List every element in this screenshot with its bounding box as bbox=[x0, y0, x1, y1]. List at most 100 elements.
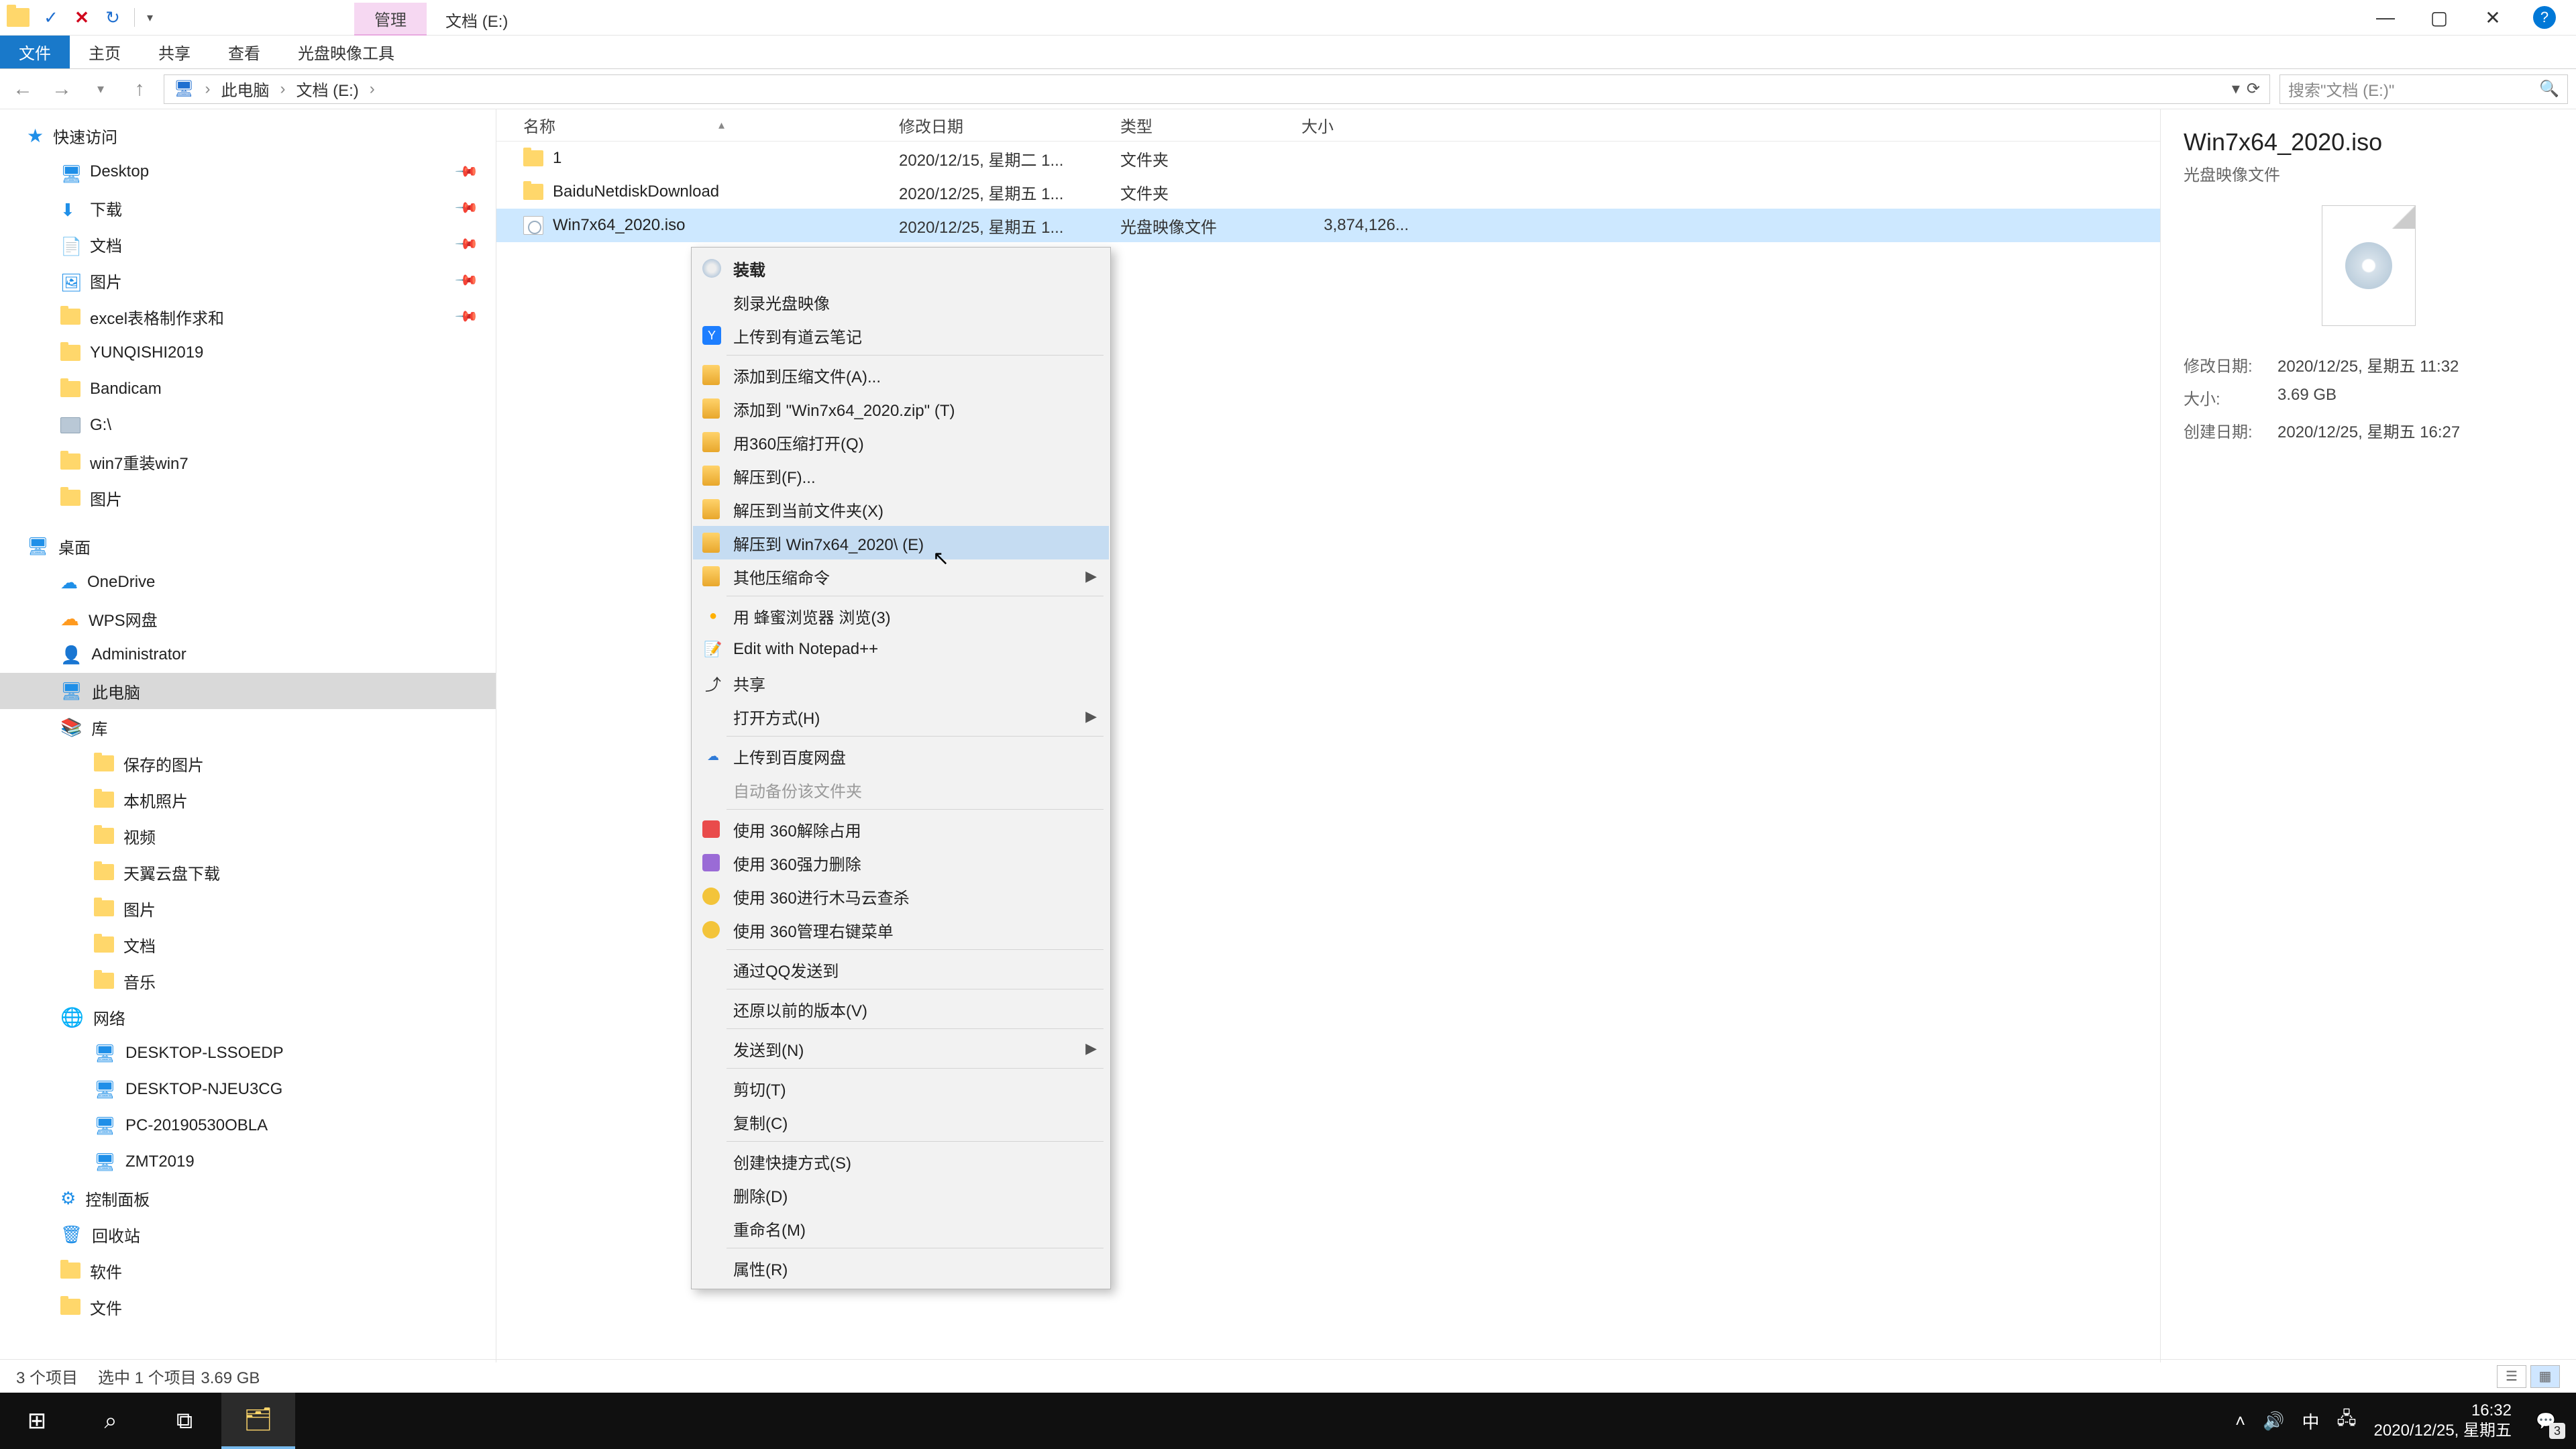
qat-customize-chevron[interactable]: ▾ bbox=[147, 11, 153, 25]
tree-libraries[interactable]: 📚库 bbox=[0, 709, 496, 745]
search-button[interactable]: ⌕ bbox=[74, 1393, 148, 1449]
tree-folder-pictures2[interactable]: 图片 bbox=[0, 480, 496, 516]
minimize-button[interactable]: — bbox=[2372, 4, 2399, 31]
nav-forward-button[interactable]: → bbox=[47, 74, 76, 104]
ctx-mount[interactable]: 装载 bbox=[693, 252, 1109, 285]
refresh-icon[interactable]: ⟳ bbox=[2247, 79, 2260, 99]
ctx-360-unlock[interactable]: 使用 360解除占用 bbox=[693, 812, 1109, 846]
tree-user-admin[interactable]: 👤Administrator bbox=[0, 637, 496, 673]
ctx-cut[interactable]: 剪切(T) bbox=[693, 1071, 1109, 1105]
file-row[interactable]: BaiduNetdiskDownload 2020/12/25, 星期五 1..… bbox=[496, 175, 2160, 209]
breadcrumb-drive[interactable]: 文档 (E:) bbox=[296, 77, 358, 101]
ctx-notepadpp[interactable]: 📝Edit with Notepad++ bbox=[693, 633, 1109, 666]
ctx-ynote[interactable]: Y上传到有道云笔记 bbox=[693, 319, 1109, 352]
ribbon-tab-disc-tools[interactable]: 光盘映像工具 bbox=[279, 36, 413, 68]
tree-tianyi[interactable]: 天翼云盘下载 bbox=[0, 854, 496, 890]
col-type[interactable]: 类型 bbox=[1120, 113, 1301, 137]
tree-folder-yunqishi[interactable]: YUNQISHI2019 bbox=[0, 335, 496, 371]
ctx-extract-here[interactable]: 解压到当前文件夹(X) bbox=[693, 492, 1109, 526]
tree-recycle-bin[interactable]: 🗑回收站 bbox=[0, 1216, 496, 1252]
ctx-open-360zip[interactable]: 用360压缩打开(Q) bbox=[693, 425, 1109, 459]
maximize-button[interactable]: ▢ bbox=[2426, 4, 2453, 31]
ctx-qq-send[interactable]: 通过QQ发送到 bbox=[693, 953, 1109, 986]
ctx-add-zip[interactable]: 添加到 "Win7x64_2020.zip" (T) bbox=[693, 392, 1109, 425]
tree-drive-g[interactable]: G:\ bbox=[0, 407, 496, 443]
tree-videos-lib[interactable]: 视频 bbox=[0, 818, 496, 854]
ctx-extract-to[interactable]: 解压到(F)... bbox=[693, 459, 1109, 492]
tree-folder-win7reinstall[interactable]: win7重装win7 bbox=[0, 443, 496, 480]
network-icon[interactable]: 🖧 bbox=[2337, 1406, 2357, 1436]
file-row[interactable]: 1 2020/12/15, 星期二 1... 文件夹 bbox=[496, 142, 2160, 175]
col-modified[interactable]: 修改日期 bbox=[899, 113, 1120, 137]
tree-this-pc[interactable]: 🖥此电脑 bbox=[0, 673, 496, 709]
tree-net-pc2[interactable]: 🖥DESKTOP-NJEU3CG bbox=[0, 1071, 496, 1108]
view-icons-button[interactable]: ▦ bbox=[2530, 1365, 2560, 1388]
ctx-extract-named[interactable]: 解压到 Win7x64_2020\ (E) bbox=[693, 526, 1109, 559]
navigation-pane[interactable]: ★快速访问 🖥Desktop📌 ⬇下载📌 📄文档📌 🖼图片📌 excel表格制作… bbox=[0, 109, 496, 1362]
ctx-other-zip[interactable]: 其他压缩命令▶ bbox=[693, 559, 1109, 593]
col-size[interactable]: 大小 bbox=[1301, 113, 1436, 137]
ctx-share[interactable]: ⤴共享 bbox=[693, 666, 1109, 700]
ribbon-tab-home[interactable]: 主页 bbox=[70, 36, 140, 68]
ribbon-tab-view[interactable]: 查看 bbox=[209, 36, 279, 68]
breadcrumb-chevron[interactable]: › bbox=[205, 80, 210, 99]
ribbon-tab-file[interactable]: 文件 bbox=[0, 36, 70, 68]
qat-save-icon[interactable]: ✓ bbox=[42, 8, 60, 27]
ctx-open-with[interactable]: 打开方式(H)▶ bbox=[693, 700, 1109, 733]
tree-net-pc1[interactable]: 🖥DESKTOP-LSSOEDP bbox=[0, 1035, 496, 1071]
tree-docs-lib[interactable]: 文档 bbox=[0, 926, 496, 963]
qat-undo-icon[interactable]: ↻ bbox=[103, 8, 122, 27]
ctx-properties[interactable]: 属性(R) bbox=[693, 1251, 1109, 1285]
ctx-360-scan[interactable]: 使用 360进行木马云查杀 bbox=[693, 879, 1109, 913]
tree-saved-pictures[interactable]: 保存的图片 bbox=[0, 745, 496, 782]
tree-network[interactable]: 🌐网络 bbox=[0, 999, 496, 1035]
ctx-360-delete[interactable]: 使用 360强力删除 bbox=[693, 846, 1109, 879]
action-center-button[interactable]: 💬3 bbox=[2529, 1404, 2563, 1438]
taskbar-clock[interactable]: 16:32 2020/12/25, 星期五 bbox=[2374, 1401, 2512, 1441]
tree-net-pc4[interactable]: 🖥ZMT2019 bbox=[0, 1144, 496, 1180]
file-row-selected[interactable]: Win7x64_2020.iso 2020/12/25, 星期五 1... 光盘… bbox=[496, 209, 2160, 242]
tree-folder-files[interactable]: 文件 bbox=[0, 1289, 496, 1325]
tree-desktop[interactable]: 🖥Desktop📌 bbox=[0, 154, 496, 190]
ctx-copy[interactable]: 复制(C) bbox=[693, 1105, 1109, 1138]
taskview-button[interactable]: ⧉ bbox=[148, 1393, 221, 1449]
ribbon-tab-share[interactable]: 共享 bbox=[140, 36, 209, 68]
tree-music-lib[interactable]: 音乐 bbox=[0, 963, 496, 999]
tray-chevron-icon[interactable]: ˄ bbox=[2235, 1411, 2245, 1432]
tree-local-photos[interactable]: 本机照片 bbox=[0, 782, 496, 818]
breadcrumb-chevron[interactable]: › bbox=[280, 80, 285, 99]
help-button[interactable]: ? bbox=[2533, 6, 2556, 29]
address-bar[interactable]: 🖥 › 此电脑 › 文档 (E:) › ▾ ⟳ bbox=[164, 74, 2270, 104]
close-button[interactable]: ✕ bbox=[2479, 4, 2506, 31]
ctx-360-menu[interactable]: 使用 360管理右键菜单 bbox=[693, 913, 1109, 947]
nav-up-button[interactable]: ↑ bbox=[125, 74, 154, 104]
tree-wps[interactable]: ☁WPS网盘 bbox=[0, 600, 496, 637]
address-dropdown-chevron[interactable]: ▾ bbox=[2232, 79, 2240, 99]
tree-desktop-root[interactable]: 🖥桌面 bbox=[0, 528, 496, 564]
ctx-delete[interactable]: 删除(D) bbox=[693, 1178, 1109, 1212]
start-button[interactable]: ⊞ bbox=[0, 1393, 74, 1449]
file-explorer-taskbar-button[interactable]: 🗂 bbox=[221, 1393, 295, 1449]
ctx-honey-browse[interactable]: ●用 蜂蜜浏览器 浏览(3) bbox=[693, 599, 1109, 633]
ctx-restore-prev[interactable]: 还原以前的版本(V) bbox=[693, 992, 1109, 1026]
tree-pictures[interactable]: 🖼图片📌 bbox=[0, 262, 496, 299]
ctx-create-shortcut[interactable]: 创建快捷方式(S) bbox=[693, 1144, 1109, 1178]
search-box[interactable]: 搜索"文档 (E:)" 🔍 bbox=[2279, 74, 2568, 104]
qat-delete-icon[interactable]: ✕ bbox=[72, 8, 91, 27]
tree-documents[interactable]: 📄文档📌 bbox=[0, 226, 496, 262]
volume-icon[interactable]: 🔊 bbox=[2263, 1411, 2284, 1432]
tree-quick-access[interactable]: ★快速访问 bbox=[0, 117, 496, 154]
ctx-send-to[interactable]: 发送到(N)▶ bbox=[693, 1032, 1109, 1065]
tree-net-pc3[interactable]: 🖥PC-20190530OBLA bbox=[0, 1108, 496, 1144]
tree-control-panel[interactable]: ⚙控制面板 bbox=[0, 1180, 496, 1216]
nav-back-button[interactable]: ← bbox=[8, 74, 38, 104]
view-details-button[interactable]: ☰ bbox=[2497, 1365, 2526, 1388]
ime-indicator[interactable]: 中 bbox=[2302, 1409, 2320, 1434]
ctx-add-archive[interactable]: 添加到压缩文件(A)... bbox=[693, 358, 1109, 392]
tree-onedrive[interactable]: ☁OneDrive bbox=[0, 564, 496, 600]
breadcrumb-chevron[interactable]: › bbox=[370, 80, 375, 99]
nav-recent-chevron[interactable]: ▾ bbox=[86, 74, 115, 104]
ctx-baidu-upload[interactable]: ☁上传到百度网盘 bbox=[693, 739, 1109, 773]
col-name[interactable]: 名称▴ bbox=[523, 113, 899, 137]
breadcrumb-root[interactable]: 此电脑 bbox=[221, 77, 269, 101]
